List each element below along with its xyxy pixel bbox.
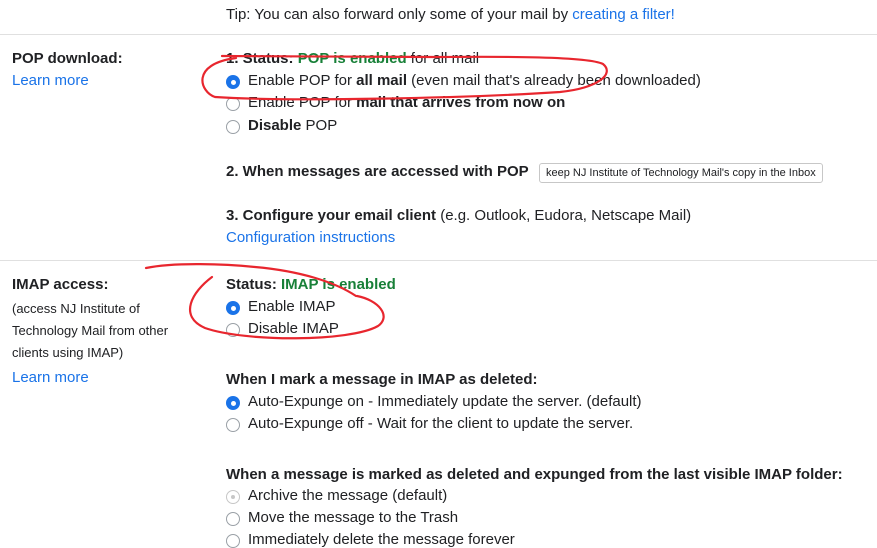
imap-enable-radio[interactable] bbox=[226, 301, 240, 315]
imap-access-title: IMAP access: bbox=[12, 276, 109, 293]
imap-enable-label: Enable IMAP bbox=[248, 298, 336, 315]
imap-learn-more-link[interactable]: Learn more bbox=[12, 369, 89, 386]
pop-status-suffix: for all mail bbox=[406, 50, 480, 67]
pop-configure-label: 3. Configure your email client bbox=[226, 207, 437, 224]
pop-from-now-label: Enable POP for mail that arrives from no… bbox=[248, 94, 565, 111]
divider-top bbox=[0, 34, 877, 35]
pop-configure: 3. Configure your email client (e.g. Out… bbox=[226, 207, 691, 224]
pop-option-2-pre: Enable POP for bbox=[248, 94, 357, 111]
tip-text: Tip: You can also forward only some of y… bbox=[226, 6, 573, 23]
pop-learn-more-link[interactable]: Learn more bbox=[12, 72, 89, 89]
delete-forever-radio[interactable] bbox=[226, 534, 240, 548]
pop-download-title: POP download: bbox=[12, 50, 123, 67]
pop-option-2-bold: mail that arrives from now on bbox=[356, 94, 566, 111]
pop-option-1-pre: Enable POP for bbox=[248, 72, 357, 89]
divider-middle bbox=[0, 260, 877, 261]
pop-access-select[interactable]: keep NJ Institute of Technology Mail's c… bbox=[539, 163, 823, 183]
pop-status: 1. Status: POP is enabled for all mail bbox=[226, 50, 479, 67]
pop-all-mail-radio[interactable] bbox=[226, 75, 240, 89]
pop-configure-hint: (e.g. Outlook, Eudora, Netscape Mail) bbox=[436, 207, 692, 224]
pop-option-3-post: POP bbox=[301, 117, 338, 134]
configuration-instructions-link[interactable]: Configuration instructions bbox=[226, 229, 395, 246]
pop-disable-label: Disable POP bbox=[248, 117, 337, 134]
imap-status: Status: IMAP is enabled bbox=[226, 276, 396, 293]
imap-desc-line-3: clients using IMAP) bbox=[12, 345, 124, 360]
move-to-trash-radio[interactable] bbox=[226, 512, 240, 526]
imap-status-prefix: Status: bbox=[226, 276, 282, 293]
move-to-trash-label: Move the message to the Trash bbox=[248, 509, 459, 526]
archive-message-label: Archive the message (default) bbox=[248, 487, 448, 504]
expunged-heading: When a message is marked as deleted and … bbox=[226, 466, 843, 483]
imap-disable-radio[interactable] bbox=[226, 323, 240, 337]
imap-disable-label: Disable IMAP bbox=[248, 320, 339, 337]
pop-option-1-post: (even mail that's already been downloade… bbox=[406, 72, 701, 89]
auto-expunge-off-radio[interactable] bbox=[226, 418, 240, 432]
pop-option-3-bold: Disable bbox=[248, 117, 302, 134]
pop-status-value: POP is enabled bbox=[297, 50, 407, 67]
delete-forever-label: Immediately delete the message forever bbox=[248, 531, 515, 548]
imap-status-value: IMAP is enabled bbox=[281, 276, 396, 293]
archive-message-radio[interactable] bbox=[226, 490, 240, 504]
auto-expunge-off-label: Auto-Expunge off - Wait for the client t… bbox=[248, 415, 634, 432]
imap-desc-line-2: Technology Mail from other bbox=[12, 323, 169, 338]
auto-expunge-on-label: Auto-Expunge on - Immediately update the… bbox=[248, 393, 642, 410]
imap-desc-line-1: (access NJ Institute of bbox=[12, 301, 140, 316]
forward-tip: Tip: You can also forward only some of y… bbox=[226, 6, 675, 23]
creating-filter-link[interactable]: creating a filter! bbox=[572, 6, 675, 23]
pop-all-mail-label: Enable POP for all mail (even mail that'… bbox=[248, 72, 701, 89]
pop-access-label: 2. When messages are accessed with POP bbox=[226, 163, 529, 180]
pop-option-1-bold: all mail bbox=[356, 72, 407, 89]
pop-status-prefix: 1. Status: bbox=[226, 50, 298, 67]
auto-expunge-on-radio[interactable] bbox=[226, 396, 240, 410]
pop-from-now-radio[interactable] bbox=[226, 97, 240, 111]
pop-disable-radio[interactable] bbox=[226, 120, 240, 134]
deleted-heading: When I mark a message in IMAP as deleted… bbox=[226, 371, 538, 388]
